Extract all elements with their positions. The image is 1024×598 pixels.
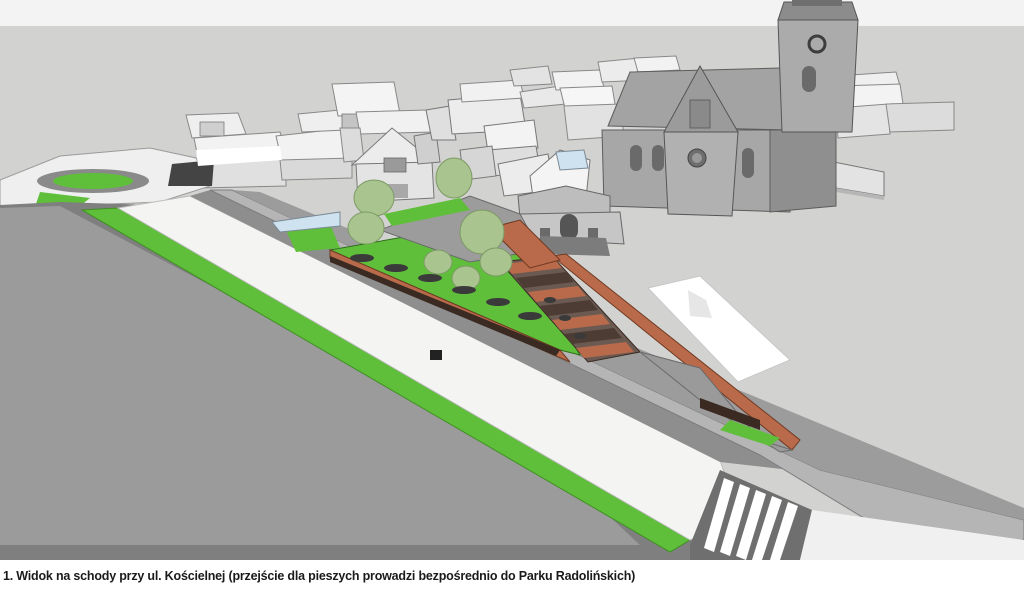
bell-tower: [777, 0, 859, 133]
sky: [0, 0, 1024, 26]
bench: [430, 350, 442, 360]
figure-caption: 1. Widok na schody przy ul. Kościelnej (…: [3, 569, 636, 583]
rendering: [0, 0, 1024, 560]
